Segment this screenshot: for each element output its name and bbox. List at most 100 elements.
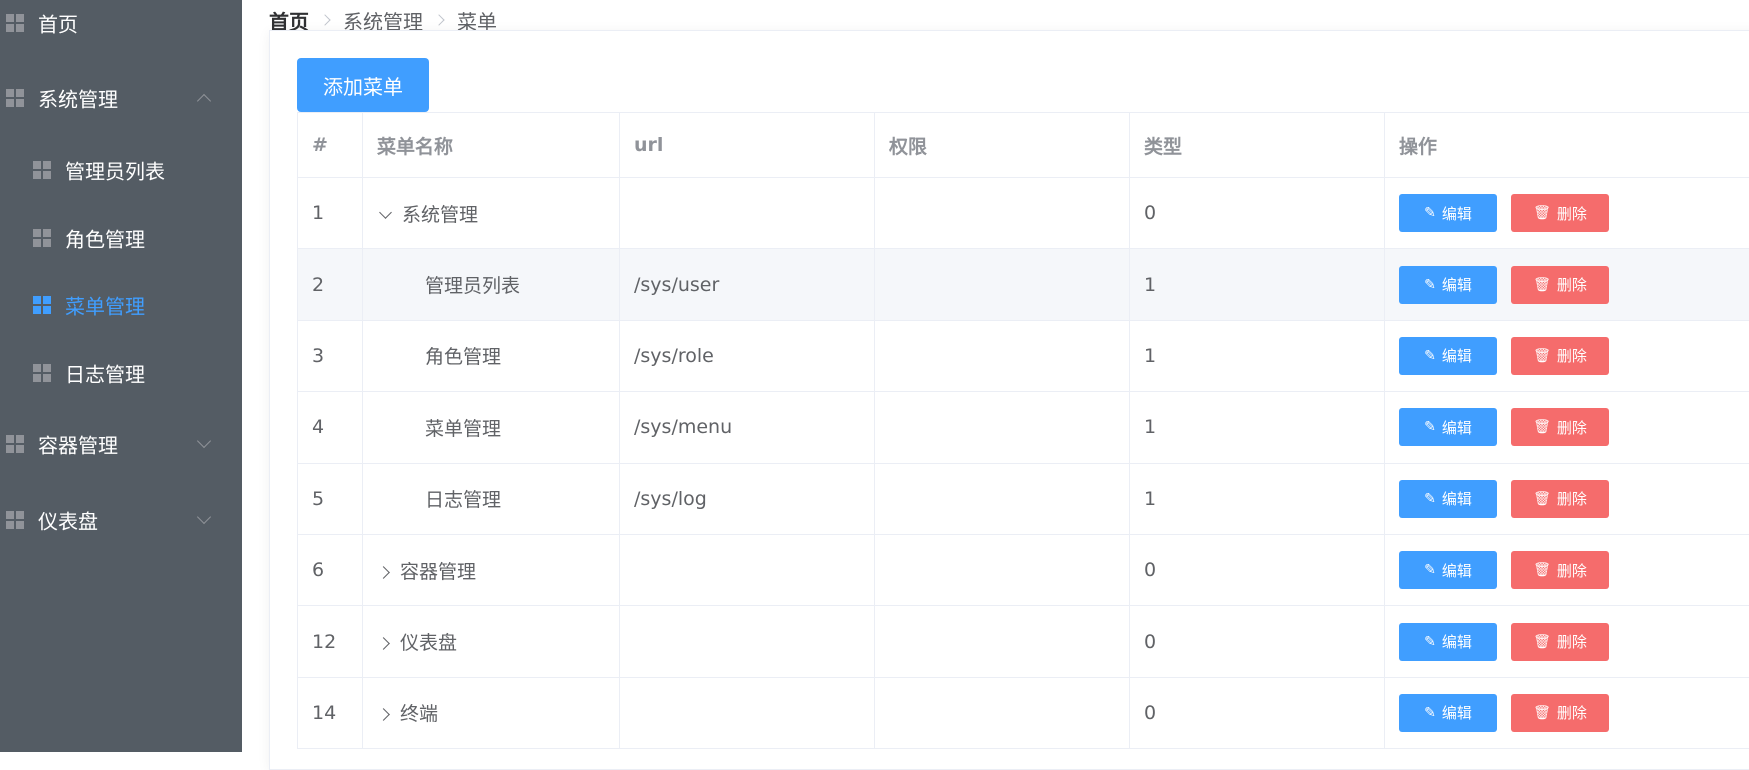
cell-name-text: 仪表盘 bbox=[400, 632, 457, 654]
sidebar-item-system[interactable]: 系统管理 bbox=[0, 72, 242, 124]
sidebar-item-containers[interactable]: 容器管理 bbox=[0, 418, 242, 470]
cell-type: 1 bbox=[1130, 320, 1385, 391]
pencil-icon: ✎ bbox=[1424, 348, 1436, 364]
delete-label: 删除 bbox=[1557, 417, 1587, 438]
sidebar-item-logs[interactable]: 日志管理 bbox=[0, 347, 242, 399]
cell-perm bbox=[875, 320, 1130, 391]
column-header: 菜单名称 bbox=[363, 113, 620, 178]
sidebar-item-roles[interactable]: 角色管理 bbox=[0, 212, 242, 264]
cell-id: 3 bbox=[298, 320, 363, 391]
edit-label: 编辑 bbox=[1442, 203, 1472, 224]
cell-actions: ✎编辑 🗑删除 bbox=[1385, 320, 1749, 391]
sidebar-item-label: 菜单管理 bbox=[65, 291, 145, 320]
edit-label: 编辑 bbox=[1442, 631, 1472, 652]
cell-url bbox=[620, 534, 875, 605]
chevron-right-icon[interactable] bbox=[377, 709, 390, 722]
sidebar-item-home[interactable]: 首页 bbox=[0, 0, 242, 46]
cell-type: 0 bbox=[1130, 178, 1385, 249]
edit-label: 编辑 bbox=[1442, 488, 1472, 509]
delete-label: 删除 bbox=[1557, 702, 1587, 723]
grid-icon bbox=[33, 161, 51, 179]
chevron-up-icon bbox=[197, 94, 211, 108]
cell-id: 2 bbox=[298, 249, 363, 320]
pencil-icon: ✎ bbox=[1424, 562, 1436, 578]
chevron-down-icon bbox=[197, 434, 211, 448]
trash-icon: 🗑 bbox=[1533, 705, 1551, 721]
pencil-icon: ✎ bbox=[1424, 634, 1436, 650]
sidebar-item-label: 角色管理 bbox=[65, 224, 145, 253]
cell-url: /sys/menu bbox=[620, 392, 875, 463]
cell-actions: ✎ 编辑 🗑删除 bbox=[1385, 606, 1749, 677]
trash-icon: 🗑 bbox=[1533, 491, 1551, 507]
cell-perm bbox=[875, 463, 1130, 534]
trash-icon: 🗑 bbox=[1533, 419, 1551, 435]
menu-table: # 菜单名称 url 权限 类型 操作 1 系统管理 0 ✎ 编辑 🗑 删除 2 管理… bbox=[297, 112, 1749, 749]
cell-perm bbox=[875, 677, 1130, 748]
edit-button[interactable]: ✎编辑 bbox=[1399, 337, 1497, 375]
pencil-icon: ✎ bbox=[1424, 419, 1436, 435]
edit-button[interactable]: ✎ 编辑 bbox=[1399, 694, 1497, 732]
table-header-row: # 菜单名称 url 权限 类型 操作 bbox=[298, 113, 1749, 178]
cell-id: 12 bbox=[298, 606, 363, 677]
cell-perm bbox=[875, 606, 1130, 677]
sidebar-item-admin-list[interactable]: 管理员列表 bbox=[0, 144, 242, 196]
delete-button[interactable]: 🗑删除 bbox=[1511, 337, 1609, 375]
delete-button[interactable]: 🗑删除 bbox=[1511, 551, 1609, 589]
cell-name: 管理员列表 bbox=[363, 249, 620, 320]
chevron-right-icon bbox=[433, 14, 444, 25]
cell-type: 0 bbox=[1130, 606, 1385, 677]
sidebar-item-label: 日志管理 bbox=[65, 359, 145, 388]
chevron-right-icon[interactable] bbox=[377, 637, 390, 650]
table-row: 5 日志管理 /sys/log 1 ✎编辑🗑删除 bbox=[298, 463, 1749, 534]
edit-button[interactable]: ✎编辑 bbox=[1399, 194, 1497, 232]
column-header: 权限 bbox=[875, 113, 1130, 178]
chevron-down-icon[interactable] bbox=[379, 206, 392, 219]
pencil-icon: ✎ bbox=[1424, 491, 1436, 507]
edit-button[interactable]: ✎编辑 bbox=[1399, 551, 1497, 589]
delete-button[interactable]: 🗑删除 bbox=[1511, 623, 1609, 661]
delete-button[interactable]: 🗑删除 bbox=[1511, 266, 1609, 304]
cell-url: /sys/log bbox=[620, 463, 875, 534]
delete-button[interactable]: 🗑 删除 bbox=[1511, 408, 1609, 446]
sidebar-item-label: 首页 bbox=[38, 9, 78, 38]
edit-label: 编辑 bbox=[1442, 702, 1472, 723]
delete-button[interactable]: 🗑 删除 bbox=[1511, 194, 1609, 232]
cell-url bbox=[620, 178, 875, 249]
cell-name-text: 管理员列表 bbox=[425, 275, 520, 297]
sidebar: 首页 系统管理 管理员列表 角色管理 菜单管理 日志管理 容器管理 仪表盘 bbox=[0, 0, 242, 752]
edit-button[interactable]: ✎编辑 bbox=[1399, 266, 1497, 304]
edit-button[interactable]: ✎ 编辑 bbox=[1399, 480, 1497, 518]
delete-button[interactable]: 🗑 删除 bbox=[1511, 694, 1609, 732]
cell-type: 1 bbox=[1130, 392, 1385, 463]
delete-label: 删除 bbox=[1557, 203, 1587, 224]
edit-button[interactable]: ✎ 编辑 bbox=[1399, 623, 1497, 661]
cell-name: 仪表盘 bbox=[363, 606, 620, 677]
cell-perm bbox=[875, 392, 1130, 463]
add-menu-button[interactable]: 添加菜单 bbox=[297, 58, 429, 112]
grid-icon bbox=[33, 364, 51, 382]
table-row: 14 终端 0 ✎编辑🗑删除 bbox=[298, 677, 1749, 748]
edit-button[interactable]: ✎编辑 bbox=[1399, 408, 1497, 446]
chevron-right-icon[interactable] bbox=[377, 566, 390, 579]
cell-name: 日志管理 bbox=[363, 463, 620, 534]
cell-perm bbox=[875, 178, 1130, 249]
cell-url: /sys/role bbox=[620, 320, 875, 391]
cell-actions: ✎ 编辑 🗑 删除 bbox=[1385, 677, 1749, 748]
sidebar-item-dashboard[interactable]: 仪表盘 bbox=[0, 494, 242, 546]
grid-icon bbox=[6, 14, 24, 32]
trash-icon: 🗑 bbox=[1533, 277, 1551, 293]
cell-type: 0 bbox=[1130, 534, 1385, 605]
grid-icon bbox=[33, 296, 51, 314]
trash-icon: 🗑 bbox=[1533, 205, 1551, 221]
delete-button[interactable]: 🗑删除 bbox=[1511, 480, 1609, 518]
column-header: 类型 bbox=[1130, 113, 1385, 178]
cell-id: 6 bbox=[298, 534, 363, 605]
chevron-down-icon bbox=[197, 510, 211, 524]
sidebar-item-label: 管理员列表 bbox=[65, 156, 165, 185]
pencil-icon: ✎ bbox=[1424, 705, 1436, 721]
sidebar-item-menus[interactable]: 菜单管理 bbox=[0, 279, 242, 331]
delete-label: 删除 bbox=[1557, 560, 1587, 581]
cell-name: 系统管理 bbox=[363, 178, 620, 249]
table-row: 2 管理员列表 /sys/user 1 ✎编辑🗑删除 bbox=[298, 249, 1749, 320]
trash-icon: 🗑 bbox=[1533, 634, 1551, 650]
